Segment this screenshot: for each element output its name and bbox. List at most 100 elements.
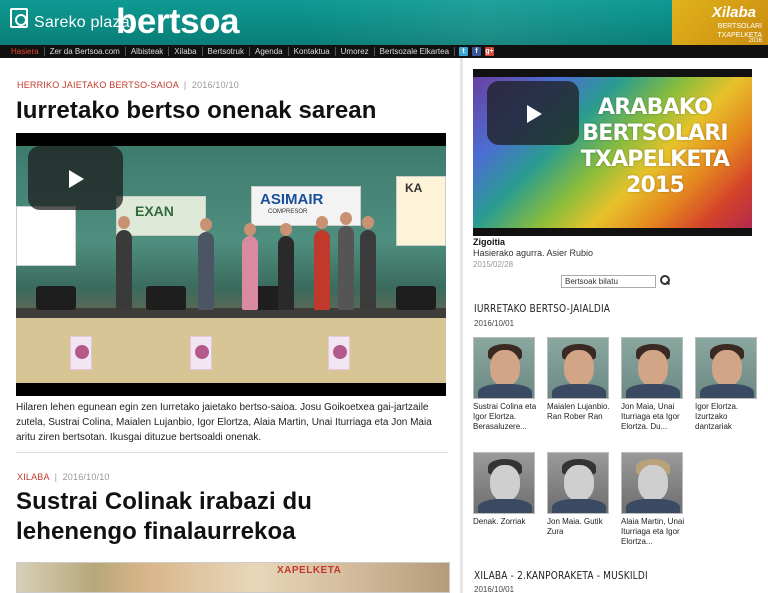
article-video[interactable]: EXAN ASIMAIR COMPRESOR KA xyxy=(16,133,446,396)
article-meta: HERRIKO JAIETAKO BERTSO-SAIOA | 2016/10/… xyxy=(17,80,239,90)
video-wall-banner: EXAN xyxy=(116,196,206,236)
header-decoration xyxy=(300,0,670,45)
stage xyxy=(16,308,446,318)
google-plus-icon[interactable]: g+ xyxy=(485,47,495,56)
performer-head xyxy=(316,216,328,229)
performer-head xyxy=(118,216,130,229)
photo-detail xyxy=(490,350,520,386)
wall-banner-text: KA xyxy=(405,181,423,195)
photo-detail xyxy=(638,350,668,386)
performer xyxy=(314,230,330,310)
sidebar-section-title[interactable]: XILABA - 2.KANPORAKETA - MUSKILDI xyxy=(474,569,648,582)
article-summary: Hilaren lehen egunean egin zen Iurretako… xyxy=(16,402,432,443)
video-thumb-caption[interactable]: Jon Maia. Gutik Zura xyxy=(547,517,613,537)
page: Sareko plaza bertsoa Xilaba BERTSOLARI T… xyxy=(0,0,768,593)
video-thumb-photo[interactable] xyxy=(473,452,535,514)
wall-banner-text: ASIMAIR xyxy=(260,191,324,208)
nav-item-umorez[interactable]: Umorez xyxy=(336,47,375,56)
twitter-icon[interactable]: t xyxy=(459,47,469,56)
sidebar-section-date: 2016/10/01 xyxy=(474,585,515,593)
performer-head xyxy=(244,223,256,236)
video-thumb-photo[interactable] xyxy=(621,452,683,514)
nav-item-kontaktua[interactable]: Kontaktua xyxy=(289,47,336,56)
logo-icon[interactable] xyxy=(10,8,28,28)
divider xyxy=(16,452,448,453)
video-thumb-photo[interactable] xyxy=(621,337,683,399)
search-input[interactable]: Bertsoak bilatu xyxy=(561,275,656,288)
nav-item-zer-da[interactable]: Zer da Bertsoa.com xyxy=(45,47,126,56)
performer xyxy=(338,226,354,310)
video-overlay-text: ARABAKO BERTSOLARI TXAPELKETA 2015 xyxy=(580,95,730,198)
performer xyxy=(360,230,376,310)
meta-separator: | xyxy=(51,472,60,482)
video-thumb-item[interactable]: Alaia Martin, Unai Iturriaga eta Igor El… xyxy=(621,452,687,547)
video-thumb-caption[interactable]: Alaia Martin, Unai Iturriaga eta Igor El… xyxy=(621,517,687,547)
photo-detail xyxy=(490,465,520,501)
site-header: Sareko plaza bertsoa Xilaba BERTSOLARI T… xyxy=(0,0,768,45)
video-thumb-photo[interactable] xyxy=(473,337,535,399)
article-thumbnail[interactable]: XAPELKETA xyxy=(16,562,450,593)
video-thumb-photo[interactable] xyxy=(547,337,609,399)
video-thumb-caption[interactable]: Jon Maia, Unai Iturriaga eta Igor Elortz… xyxy=(621,402,687,432)
video-thumb-item[interactable]: Igor Elortza. Izurtzako dantzariak xyxy=(695,337,761,432)
video-thumb-item[interactable]: Sustrai Colina eta Igor Elortza. Berasal… xyxy=(473,337,539,432)
speaker xyxy=(36,286,76,310)
video-thumb-item[interactable]: Jon Maia. Gutik Zura xyxy=(547,452,613,537)
photo-detail xyxy=(478,499,532,513)
article-title[interactable]: Sustrai Colinak irabazi du xyxy=(16,487,312,517)
banner-year: 2016 xyxy=(748,38,762,44)
play-button[interactable] xyxy=(487,81,579,145)
video-thumb-caption[interactable]: Maialen Lujanbio. Ran Rober Ran xyxy=(547,402,613,422)
photo-detail xyxy=(552,499,606,513)
stage-poster xyxy=(190,336,212,370)
speaker xyxy=(146,286,186,310)
facebook-icon[interactable]: f xyxy=(472,47,482,56)
video-thumb-item[interactable]: Jon Maia, Unai Iturriaga eta Igor Elortz… xyxy=(621,337,687,432)
performer xyxy=(278,236,294,310)
performer-head xyxy=(340,212,352,225)
video-date: 2015/02/28 xyxy=(473,260,514,269)
nav-item-albisteak[interactable]: Albisteak xyxy=(126,47,170,56)
video-wall-banner xyxy=(16,206,76,266)
performer xyxy=(242,236,258,310)
sidebar-section-title[interactable]: IURRETAKO BERTSO-JAIALDIA xyxy=(474,302,610,315)
video-thumb-item[interactable]: Denak. Zorriak xyxy=(473,452,539,527)
xilaba-banner[interactable]: Xilaba BERTSOLARI TXAPELKETA 2016 xyxy=(672,0,768,45)
nav-item-xilaba[interactable]: Xilaba xyxy=(169,47,203,56)
video-thumb-photo[interactable] xyxy=(547,452,609,514)
photo-detail xyxy=(638,465,668,501)
sidebar-video[interactable]: ARABAKO BERTSOLARI TXAPELKETA 2015 xyxy=(473,69,752,236)
nav-item-bertsotruk[interactable]: Bertsotruk xyxy=(203,47,251,56)
nav-item-hasiera[interactable]: Hasiera xyxy=(6,47,45,56)
article-category[interactable]: XILABA xyxy=(17,472,49,482)
video-wall-banner: KA xyxy=(396,176,446,246)
video-thumb-caption[interactable]: Sustrai Colina eta Igor Elortza. Berasal… xyxy=(473,402,539,432)
photo-detail xyxy=(712,350,742,386)
article-title[interactable]: Iurretako bertso onenak sarean xyxy=(16,96,376,126)
video-thumb-caption[interactable]: Denak. Zorriak xyxy=(473,517,539,527)
article-title-line2[interactable]: lehenengo finalaurrekoa xyxy=(16,517,296,547)
search-icon[interactable] xyxy=(660,275,670,285)
video-description[interactable]: Hasierako agurra. Asier Rubio xyxy=(473,248,593,258)
performer-head xyxy=(362,216,374,229)
logo-text-big[interactable]: bertsoa xyxy=(116,4,239,39)
play-button[interactable] xyxy=(28,146,123,210)
photo-detail xyxy=(626,499,680,513)
video-thumb-item[interactable]: Maialen Lujanbio. Ran Rober Ran xyxy=(547,337,613,422)
stage-poster xyxy=(328,336,350,370)
column-divider xyxy=(460,58,463,593)
performer-head xyxy=(200,218,212,231)
photo-detail xyxy=(700,384,754,398)
article-meta: XILABA | 2016/10/10 xyxy=(17,472,110,482)
nav-item-bertsozale-elkartea[interactable]: Bertsozale Elkartea xyxy=(375,47,456,56)
nav-item-agenda[interactable]: Agenda xyxy=(250,47,289,56)
wall-banner-subtext: COMPRESOR xyxy=(268,209,308,215)
video-thumb-caption[interactable]: Igor Elortza. Izurtzako dantzariak xyxy=(695,402,761,432)
video-thumb-photo[interactable] xyxy=(695,337,757,399)
article-date: 2016/10/10 xyxy=(191,80,239,90)
article-category[interactable]: HERRIKO JAIETAKO BERTSO-SAIOA xyxy=(17,80,179,90)
wall-banner-text: EXAN xyxy=(135,203,174,219)
video-place[interactable]: Zigoitia xyxy=(473,237,505,247)
performer-head xyxy=(280,223,292,236)
photo-detail xyxy=(564,465,594,501)
